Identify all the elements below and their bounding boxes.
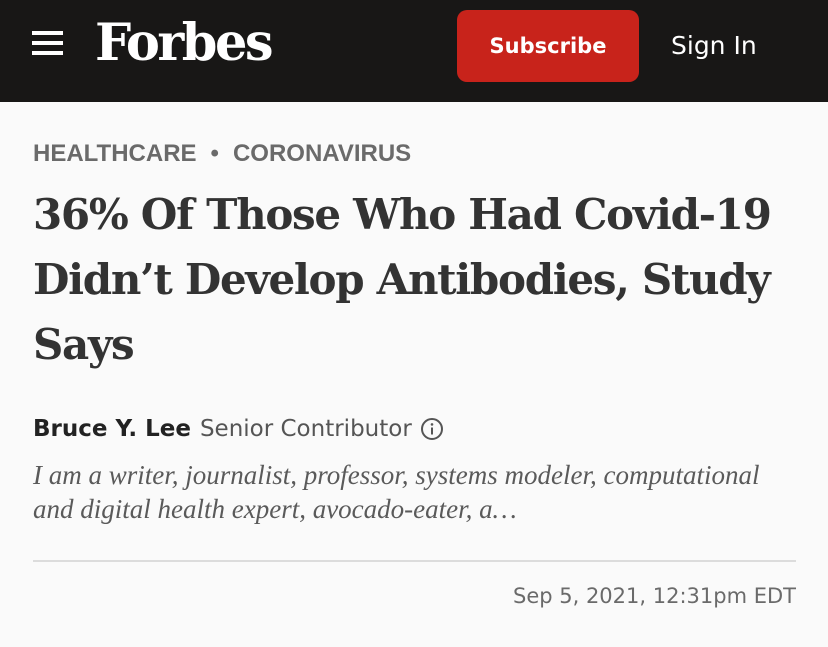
divider [33,560,796,562]
author-name-link[interactable]: Bruce Y. Lee [33,413,191,445]
forbes-logo[interactable]: Forbes [95,10,274,76]
info-circle-icon[interactable] [420,417,444,441]
hamburger-menu-icon[interactable] [32,31,63,55]
breadcrumb: HEALTHCARE • CORONAVIRUS [33,139,411,169]
author-byline: Bruce Y. Lee Senior Contributor [33,413,444,445]
breadcrumb-separator: • [210,140,219,167]
top-navigation-bar: Forbes Subscribe Sign In [0,0,828,102]
author-role: Senior Contributor [199,416,412,442]
author-bio: I am a writer, journalist, professor, sy… [33,460,760,524]
sign-in-link[interactable]: Sign In [671,26,757,66]
breadcrumb-section-healthcare[interactable]: HEALTHCARE [33,140,197,167]
publish-timestamp: Sep 5, 2021, 12:31pm EDT [512,584,796,608]
breadcrumb-topic-coronavirus[interactable]: CORONAVIRUS [233,140,411,167]
article-headline: 36% Of Those Who Had Covid-19 Didn’t Dev… [33,190,772,369]
subscribe-button[interactable]: Subscribe [457,10,639,82]
